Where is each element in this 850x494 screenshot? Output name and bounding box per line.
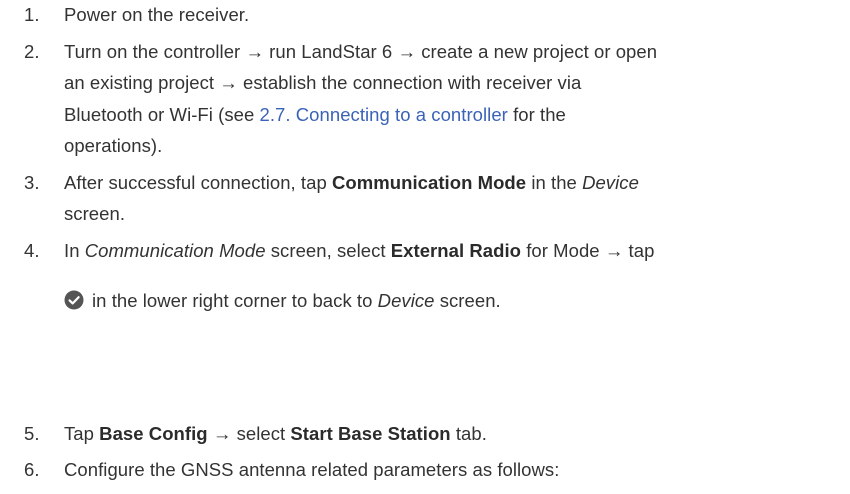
step-text: for Mode → tap xyxy=(521,240,655,261)
connecting-controller-link[interactable]: 2.7. Connecting to a controller xyxy=(260,104,508,125)
step-5-line-1: Tap Base Config → select Start Base Stat… xyxy=(64,423,487,445)
step-text: for the xyxy=(507,104,566,125)
step-2-line-1: Turn on the controller → run LandStar 6 … xyxy=(64,41,657,63)
external-radio-term: External Radio xyxy=(390,240,522,261)
step-2-line-4: operations). xyxy=(64,135,162,157)
step-3-line-1: After successful connection, tap Communi… xyxy=(64,172,639,194)
communication-mode-term: Communication Mode xyxy=(332,172,527,193)
step-1-number: 1. xyxy=(24,4,40,25)
step-5-number: 5. xyxy=(24,423,40,444)
step-text: In xyxy=(64,240,85,261)
step-2-line-2: an existing project → establish the conn… xyxy=(64,72,581,94)
step-3-line-2: screen. xyxy=(64,203,125,225)
step-text: an existing project → establish the conn… xyxy=(64,72,582,93)
step-text: Tap xyxy=(64,423,100,444)
step-text: screen. xyxy=(434,290,501,311)
start-base-station-term: Start Base Station xyxy=(290,423,451,444)
step-text: tab. xyxy=(450,423,487,444)
instruction-page: 1. Power on the receiver. 2. Turn on the… xyxy=(0,0,850,494)
step-4-line-2: in the lower right corner to back to Dev… xyxy=(64,290,501,312)
step-4-number: 4. xyxy=(24,240,40,261)
base-config-term: Base Config xyxy=(99,423,208,444)
step-6-line-1: Configure the GNSS antenna related param… xyxy=(64,459,559,481)
step-text: After successful connection, tap xyxy=(64,172,332,193)
step-text: in the lower right corner to back to xyxy=(92,290,378,311)
step-text: in the xyxy=(526,172,583,193)
step-4-line-1: In Communication Mode screen, select Ext… xyxy=(64,240,654,262)
step-1-line-1: Power on the receiver. xyxy=(64,4,249,26)
step-3-number: 3. xyxy=(24,172,40,193)
check-circle-icon xyxy=(64,290,84,310)
device-term: Device xyxy=(582,172,639,193)
communication-mode-screen-term: Communication Mode xyxy=(84,240,266,261)
step-text: screen, select xyxy=(265,240,391,261)
step-2-line-3: Bluetooth or Wi-Fi (see 2.7. Connecting … xyxy=(64,104,566,126)
step-text: → select xyxy=(207,423,291,444)
step-text: Turn on the controller → run LandStar 6 … xyxy=(64,41,658,62)
step-text: screen. xyxy=(64,203,126,224)
device-term: Device xyxy=(377,290,435,311)
step-text: Configure the GNSS antenna related param… xyxy=(64,459,560,480)
step-text: Bluetooth or Wi-Fi (see xyxy=(64,104,260,125)
step-2-number: 2. xyxy=(24,41,40,62)
step-text: operations). xyxy=(64,135,163,156)
step-6-number: 6. xyxy=(24,459,40,480)
step-text: Power on the receiver. xyxy=(64,4,250,25)
